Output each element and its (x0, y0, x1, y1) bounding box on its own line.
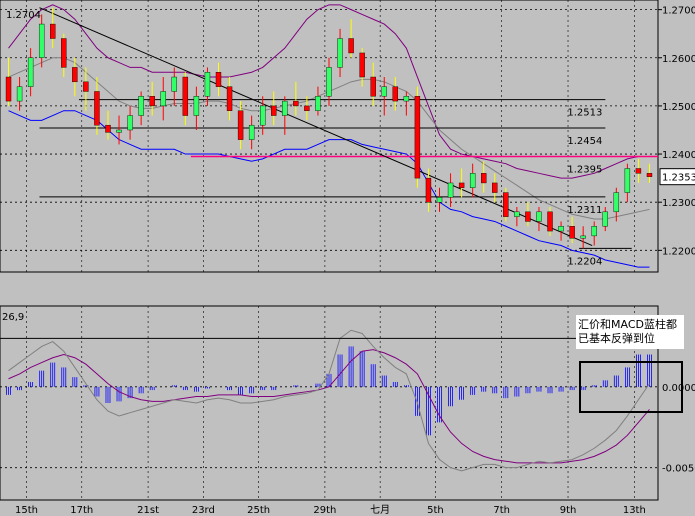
price-tick-label: 1.2300 (662, 198, 695, 209)
candle-body (635, 168, 642, 174)
x-tick-label: 5th (427, 505, 444, 516)
high-label: 1.2704 (6, 10, 41, 21)
candle-body (193, 96, 200, 116)
level-label: 1.2454 (567, 136, 602, 147)
chart-canvas: 1.2700 1.2600 1.2500 1.2400 1.2300 1.2200 0.00… (0, 0, 695, 516)
candle-body (271, 105, 277, 116)
x-tick-label: 25th (247, 505, 270, 516)
candle-body (182, 76, 189, 116)
x-tick-label: 29th (313, 505, 336, 516)
candle-body (171, 76, 177, 92)
annotation-text: 汇价和MACD蓝柱都 (578, 317, 677, 331)
candle-body (613, 192, 620, 213)
candle-body (116, 129, 122, 133)
last-price-label: 1.2353 (662, 173, 695, 184)
candle-body (525, 211, 531, 222)
candle-body (514, 211, 520, 217)
price-tick-label: 1.2400 (662, 150, 695, 161)
candle-body (72, 67, 78, 83)
candle-body (624, 168, 631, 193)
x-tick-label: 21st (137, 505, 159, 516)
candle-body (282, 100, 288, 116)
level-label: 1.2311 (567, 205, 602, 216)
candle-body (204, 72, 211, 97)
indicator-label: 26,9 (2, 312, 24, 323)
level-label: 1.2513 (567, 108, 602, 119)
candle-body (447, 182, 454, 198)
candle-body (105, 124, 111, 133)
candle-body (160, 91, 166, 107)
candle-body (392, 86, 399, 102)
x-tick-label: 9th (560, 505, 577, 516)
candle-body (38, 23, 45, 58)
candle-body (61, 38, 67, 68)
price-tick-label: 1.2700 (662, 6, 695, 17)
candle-body (16, 86, 23, 102)
price-tick-label: 1.2500 (662, 102, 695, 113)
candle-body (27, 57, 34, 87)
candle-body (226, 86, 233, 111)
level-label: 1.2395 (567, 164, 602, 175)
candle-body (381, 86, 387, 97)
forex-chart: 1.2700 1.2600 1.2500 1.2400 1.2300 1.2200 0.00… (0, 0, 695, 516)
candle-body (248, 124, 255, 140)
candle-body (458, 182, 465, 188)
x-tick-label: 15th (15, 505, 38, 516)
candle-body (646, 173, 653, 177)
candle-body (558, 226, 564, 232)
level-label: 1.2204 (567, 256, 602, 267)
candle-body (481, 173, 487, 184)
candle-body (215, 72, 222, 87)
candle-body (403, 96, 410, 102)
x-tick-label: 17th (70, 505, 93, 516)
candle-body (370, 76, 376, 97)
candle-body (569, 226, 575, 239)
candle-body (237, 110, 244, 140)
x-tick-label: 23rd (192, 505, 215, 516)
x-tick-label: 七月 (370, 504, 390, 516)
x-tick-label: 7th (493, 505, 510, 516)
candle-body (602, 211, 608, 227)
candle-body (127, 115, 133, 131)
candle-body (591, 226, 597, 237)
candle-body (5, 76, 12, 102)
candle-body (83, 81, 89, 92)
candle-body (293, 100, 299, 107)
price-tick-label: 1.2200 (662, 246, 695, 257)
macd-tick-label: -0.0050 (662, 464, 695, 475)
annotation-text: 已基本反弹到位 (578, 331, 655, 345)
candle-body (547, 211, 553, 232)
candle-body (414, 96, 421, 179)
candle-body (425, 177, 432, 203)
candle-body (469, 173, 476, 188)
candle-body (503, 192, 509, 217)
candle-body (94, 91, 100, 126)
candle-body (326, 67, 332, 97)
candle-body (536, 211, 542, 222)
candle-body (580, 235, 586, 239)
candle-body (436, 197, 443, 203)
candle-body (50, 23, 56, 39)
candle-body (315, 96, 321, 111)
price-tick-label: 1.2600 (662, 54, 695, 65)
candle-body (337, 38, 343, 68)
candle-body (492, 182, 498, 193)
macd-panel (0, 305, 659, 501)
candle-body (359, 52, 365, 78)
x-tick-label: 13th (623, 505, 646, 516)
candle-body (348, 38, 354, 54)
macd-tick-label: 0.0000 (662, 383, 695, 394)
candle-body (304, 105, 310, 111)
candle-body (138, 96, 144, 116)
candle-body (259, 105, 266, 126)
candle-body (149, 96, 155, 107)
